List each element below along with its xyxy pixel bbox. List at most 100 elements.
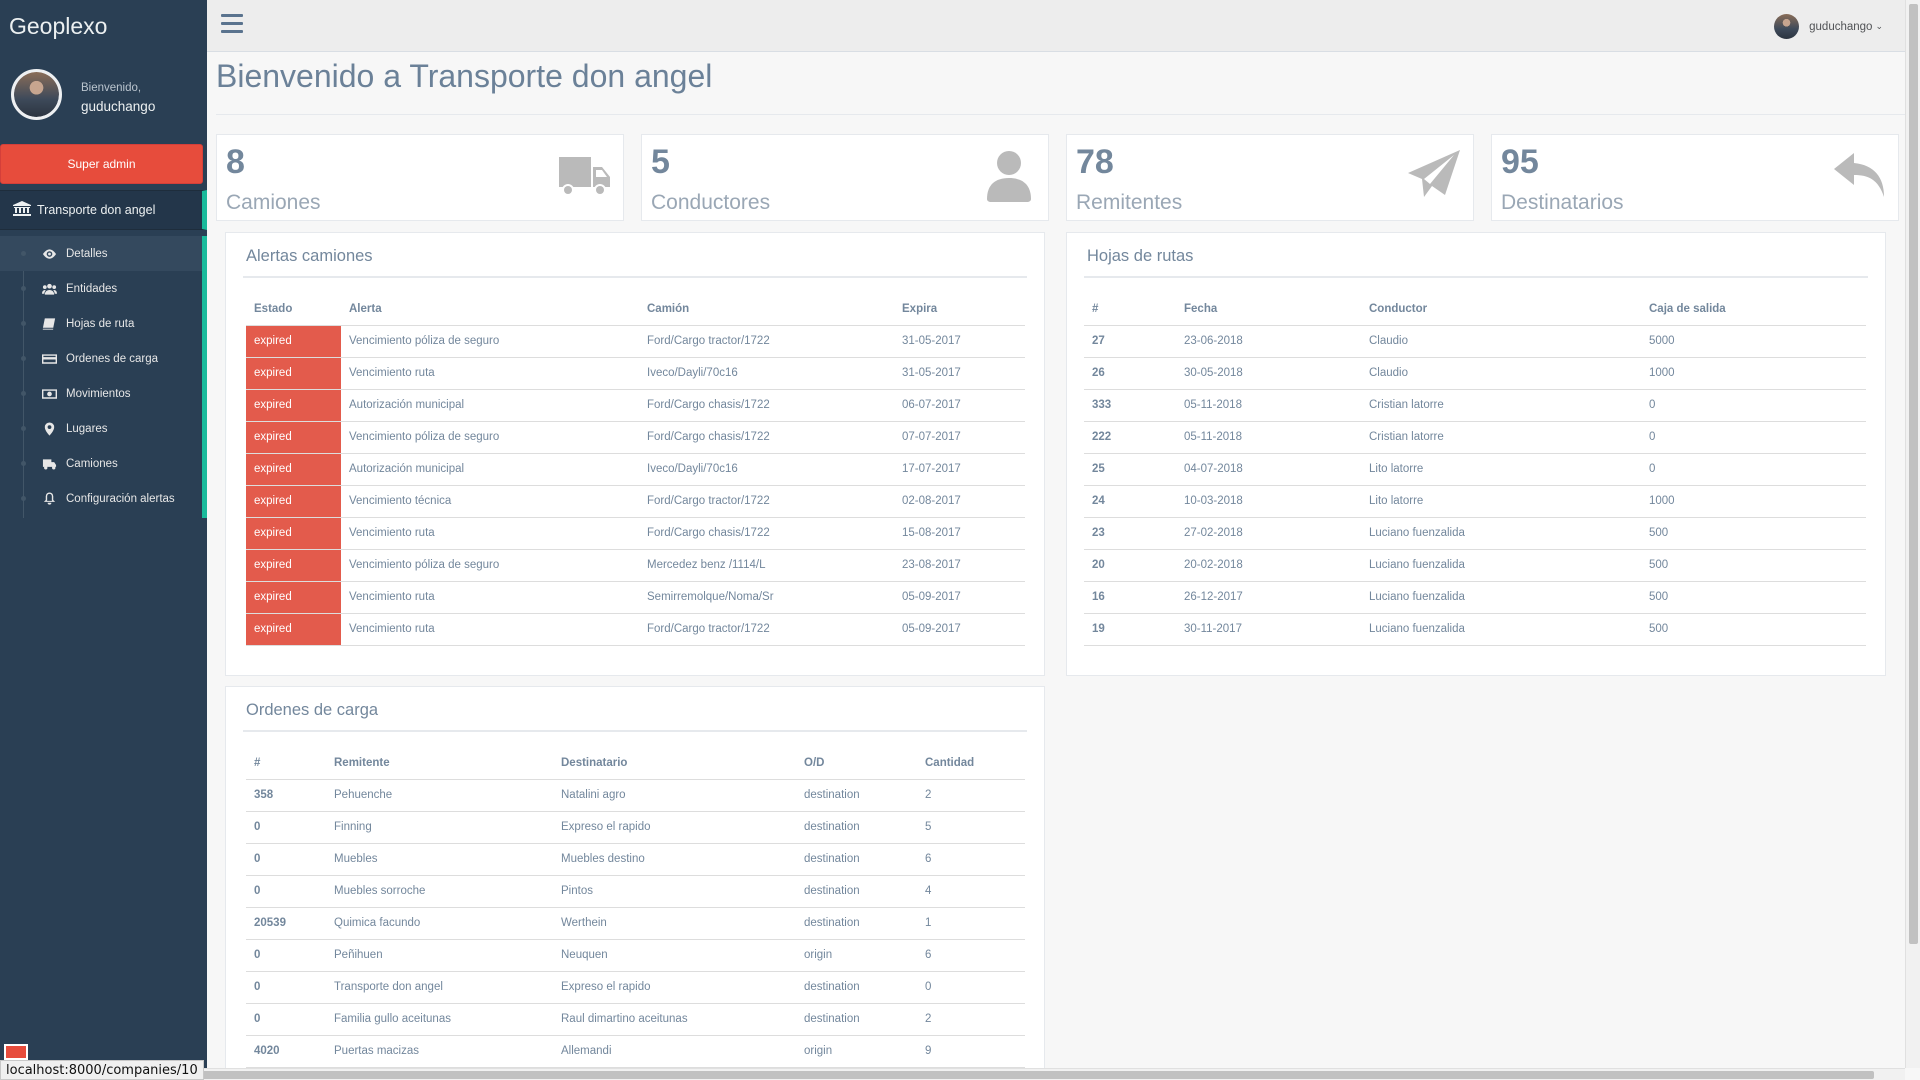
reply-icon [1832,149,1886,203]
table-cell: 05-09-2017 [894,613,1025,646]
alerts-panel: Alertas camiones Estado Alerta Camión Ex… [225,232,1045,676]
user-dropdown[interactable]: guduchango ⌄ [1774,14,1883,39]
status-bar-url: localhost:8000/companies/10 [0,1060,204,1080]
profile-block: Bienvenido, guduchango [0,52,207,136]
table-cell: Expreso el rapido [553,811,796,844]
book-icon [40,317,58,331]
table-row[interactable]: 23 27-02-2018 Luciano fuenzalida 500 [1084,517,1866,550]
table-cell: 1000 [1641,485,1866,518]
table-row[interactable]: expired Vencimiento técnica Ford/Cargo tra… [246,485,1025,518]
table-row[interactable]: 333 05-11-2018 Cristian latorre 0 [1084,389,1866,422]
table-row[interactable]: 25 04-07-2018 Lito latorre 0 [1084,453,1866,486]
table-row[interactable]: expired Vencimiento ruta Semirremolque/Nom… [246,581,1025,614]
table-cell: Muebles sorroche [326,875,553,908]
sidebar-item-detalles[interactable]: Detalles [0,236,202,271]
routes-panel: Hojas de rutas # Fecha Conductor Caja de… [1066,232,1886,676]
menu-toggle-icon[interactable] [221,14,243,36]
table-cell: origin [796,939,917,972]
table-cell: Claudio [1361,325,1641,358]
table-cell: Vencimiento póliza de seguro [341,549,639,582]
table-row[interactable]: 20 20-02-2018 Luciano fuenzalida 500 [1084,549,1866,582]
table-row[interactable]: 19 30-11-2017 Luciano fuenzalida 500 [1084,613,1866,646]
table-row[interactable]: 0 Muebles sorroche Pintos destination 4 [246,875,1025,908]
table-row[interactable]: expired Vencimiento ruta Ford/Cargo chasis… [246,517,1025,550]
tile-count: 5 [651,143,670,181]
table-cell: 04-07-2018 [1176,453,1361,486]
sidebar-item-hojas-de-ruta[interactable]: Hojas de ruta [0,306,202,341]
tile-remitentes[interactable]: 78 Remitentes [1066,134,1474,221]
table-cell: Neuquen [553,939,796,972]
sidebar-item-entidades[interactable]: Entidades [0,271,202,306]
table-cell: Luciano fuenzalida [1361,613,1641,646]
table-row[interactable]: expired Vencimiento póliza de seguro Ford/… [246,421,1025,454]
table-cell: 05-11-2018 [1176,389,1361,422]
table-cell: 0 [246,811,326,844]
table-cell: 02-08-2017 [894,485,1025,518]
table-cell: 1 [917,907,1025,940]
table-cell: destination [796,843,917,876]
tile-destinatarios[interactable]: 95 Destinatarios [1491,134,1899,221]
sidebar-item-lugares[interactable]: Lugares [0,411,202,446]
tile-conductores[interactable]: 5 Conductores [641,134,1049,221]
sidebar-item-label: Lugares [66,422,108,435]
table-row[interactable]: expired Vencimiento ruta Iveco/Dayli/70c16… [246,357,1025,390]
table-cell: Pintos [553,875,796,908]
table-row[interactable]: 27 23-06-2018 Claudio 5000 [1084,325,1866,358]
super-admin-button[interactable]: Super admin [0,144,203,184]
tile-camiones[interactable]: 8 Camiones [216,134,624,221]
table-row[interactable]: 0 Finning Expreso el rapido destination 5 [246,811,1025,844]
table-row[interactable]: expired Vencimiento ruta Ford/Cargo tracto… [246,613,1025,646]
table-row[interactable]: expired Vencimiento póliza de seguro Ford/… [246,325,1025,358]
table-cell: Ford/Cargo chasis/1722 [639,389,894,422]
table-cell: Muebles [326,843,553,876]
table-cell: 333 [1084,389,1176,422]
bus-icon [40,457,58,471]
table-cell: 5 [917,811,1025,844]
table-row[interactable]: 26 30-05-2018 Claudio 1000 [1084,357,1866,390]
table-row[interactable]: 222 05-11-2018 Cristian latorre 0 [1084,421,1866,454]
vertical-scrollbar[interactable] [1905,0,1920,1068]
table-row[interactable]: expired Autorización municipal Ford/Cargo … [246,389,1025,422]
table-row[interactable]: expired Autorización municipal Iveco/Dayli… [246,453,1025,486]
horizontal-scrollbar[interactable] [0,1068,1905,1080]
panel-title: Ordenes de carga [246,701,379,719]
table-row[interactable]: 16 26-12-2017 Luciano fuenzalida 500 [1084,581,1866,614]
brand-title[interactable]: Geoplexo [0,0,207,52]
sidebar-item-movimientos[interactable]: Movimientos [0,376,202,411]
sidebar-item-label: Ordenes de carga [66,352,159,365]
table-row[interactable]: 24 10-03-2018 Lito latorre 1000 [1084,485,1866,518]
table-row[interactable]: 20539 Quimica facundo Werthein destination 1 [246,907,1025,940]
table-row[interactable]: 0 Peñihuen Neuquen origin 6 [246,939,1025,972]
table-row[interactable]: 4020 Puertas macizas Allemandi origin 9 [246,1035,1025,1068]
table-cell: Vencimiento ruta [341,357,639,390]
sidebar-item-camiones[interactable]: Camiones [0,446,202,481]
table-cell: 4 [917,875,1025,908]
debug-toolbar-icon[interactable] [4,1044,28,1060]
table-cell: 07-07-2017 [894,421,1025,454]
table-cell: 1000 [1641,357,1866,390]
table-row[interactable]: 0 Familia gullo aceitunas Raul dimartino a… [246,1003,1025,1036]
status-badge: expired [246,389,341,422]
table-cell: Pehuenche [326,779,553,812]
table-row[interactable]: 358 Pehuenche Natalini agro destination 2 [246,779,1025,812]
table-cell: 2 [917,779,1025,812]
table-cell: 20539 [246,907,326,940]
profile-username: guduchango [81,99,156,114]
sidebar-item-ordenes-de-carga[interactable]: Ordenes de carga [0,341,202,376]
column-header: Alerta [341,293,639,326]
table-row[interactable]: 0 Muebles Muebles destino destination 6 [246,843,1025,876]
table-cell: Ford/Cargo tractor/1722 [639,613,894,646]
column-header: Fecha [1176,293,1361,326]
company-menu-item[interactable]: Transporte don angel [0,190,207,230]
sidebar-item-configuracion-alertas[interactable]: Configuración alertas [0,481,202,516]
table-row[interactable]: expired Vencimiento póliza de seguro Merce… [246,549,1025,582]
credit-card-icon [40,352,58,366]
table-row[interactable]: 0 Transporte don angel Expreso el rapido de… [246,971,1025,1004]
table-cell: Finning [326,811,553,844]
table-cell: Lito latorre [1361,485,1641,518]
table-cell: Ford/Cargo tractor/1722 [639,485,894,518]
status-badge: expired [246,517,341,550]
eye-icon [40,247,58,261]
table-cell: 19 [1084,613,1176,646]
status-badge: expired [246,421,341,454]
